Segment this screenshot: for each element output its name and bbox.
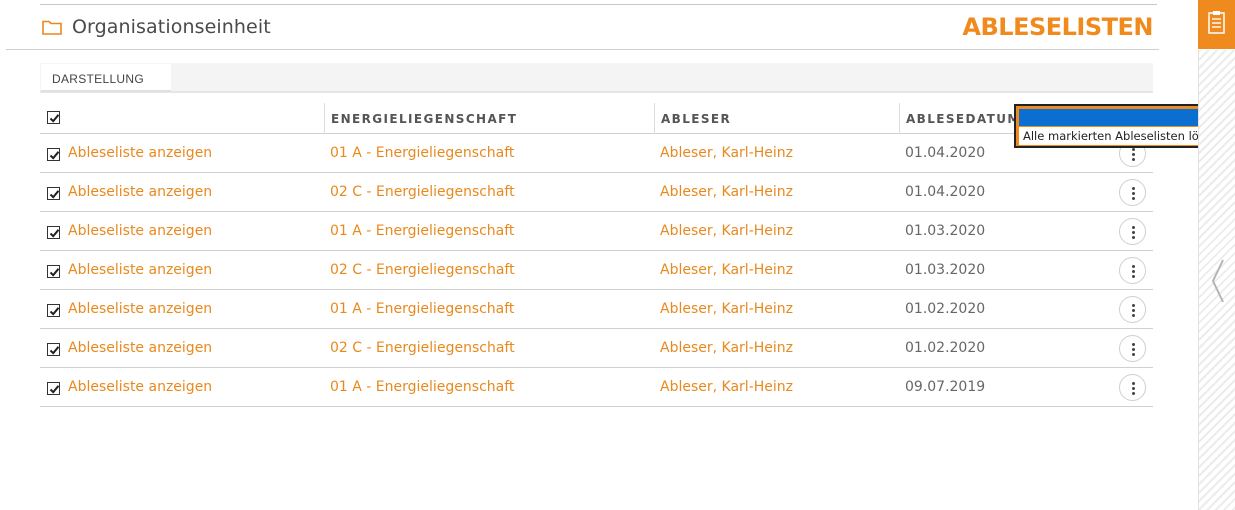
table-row: Ableseliste anzeigen 01 A - Energieliegen… — [40, 134, 1153, 173]
more-vertical-icon — [1132, 226, 1135, 229]
ableser-link[interactable]: Ableser, Karl-Heinz — [660, 223, 793, 239]
ablesedatum-value: 01.04.2020 — [905, 184, 986, 200]
row-more-options-button[interactable] — [1119, 335, 1146, 362]
select-all-checkbox[interactable] — [47, 111, 60, 124]
ableser-link[interactable]: Ableser, Karl-Heinz — [660, 262, 793, 278]
more-vertical-icon — [1132, 304, 1135, 307]
more-vertical-icon — [1132, 348, 1135, 351]
ableser-link[interactable]: Ableser, Karl-Heinz — [660, 184, 793, 200]
row-checkbox[interactable] — [47, 382, 60, 395]
energieliegenschaft-link[interactable]: 01 A - Energieliegenschaft — [330, 301, 514, 317]
table-header: ENERGIELIEGENSCHAFT ABLESER ABLESEDATUM — [40, 103, 1153, 134]
show-list-link[interactable]: Ableseliste anzeigen — [68, 262, 212, 278]
show-list-link[interactable]: Ableseliste anzeigen — [68, 379, 212, 395]
row-checkbox[interactable] — [47, 304, 60, 317]
table-row: Ableseliste anzeigen 01 A - Energieliegen… — [40, 290, 1153, 329]
chevron-left-icon[interactable] — [1210, 258, 1226, 304]
view-tab-bar: DARSTELLUNG — [40, 63, 1153, 93]
row-more-options-button[interactable] — [1119, 179, 1146, 206]
more-vertical-icon — [1132, 187, 1135, 190]
energieliegenschaft-link[interactable]: 01 A - Energieliegenschaft — [330, 145, 514, 161]
row-checkbox[interactable] — [47, 265, 60, 278]
more-vertical-icon — [1132, 236, 1135, 239]
ablesedatum-value: 01.02.2020 — [905, 301, 986, 317]
tab-darstellung-label: DARSTELLUNG — [52, 72, 144, 86]
energieliegenschaft-link[interactable]: 02 C - Energieliegenschaft — [330, 340, 515, 356]
more-vertical-icon — [1132, 343, 1135, 346]
column-header-ableser[interactable]: ABLESER — [654, 103, 899, 134]
row-checkbox[interactable] — [47, 226, 60, 239]
more-vertical-icon — [1132, 387, 1135, 390]
more-vertical-icon — [1132, 153, 1135, 156]
row-checkbox[interactable] — [47, 148, 60, 161]
ablesedatum-value: 01.02.2020 — [905, 340, 986, 356]
more-vertical-icon — [1132, 309, 1135, 312]
more-vertical-icon — [1132, 197, 1135, 200]
ablesedatum-value: 01.04.2020 — [905, 145, 986, 161]
table-row: Ableseliste anzeigen 02 C - Energieliegen… — [40, 251, 1153, 290]
show-list-link[interactable]: Ableseliste anzeigen — [68, 223, 212, 239]
page-header: Organisationseinheit ABLESELISTEN — [6, 5, 1159, 50]
row-checkbox[interactable] — [47, 187, 60, 200]
ableser-link[interactable]: Ableser, Karl-Heinz — [660, 340, 793, 356]
clipboard-list-icon — [1208, 11, 1225, 34]
show-list-link[interactable]: Ableseliste anzeigen — [68, 184, 212, 200]
show-list-link[interactable]: Ableseliste anzeigen — [68, 145, 212, 161]
energieliegenschaft-link[interactable]: 02 C - Energieliegenschaft — [330, 262, 515, 278]
table-row: Ableseliste anzeigen 02 C - Energieliegen… — [40, 329, 1153, 368]
row-more-options-button[interactable] — [1119, 218, 1146, 245]
row-more-options-button[interactable] — [1119, 374, 1146, 401]
show-list-link[interactable]: Ableseliste anzeigen — [68, 340, 212, 356]
more-vertical-icon — [1132, 314, 1135, 317]
energieliegenschaft-link[interactable]: 02 C - Energieliegenschaft — [330, 184, 515, 200]
more-vertical-icon — [1132, 158, 1135, 161]
more-vertical-icon — [1132, 231, 1135, 234]
show-list-link[interactable]: Ableseliste anzeigen — [68, 301, 212, 317]
energieliegenschaft-link[interactable]: 01 A - Energieliegenschaft — [330, 223, 514, 239]
tab-darstellung[interactable]: DARSTELLUNG — [41, 64, 171, 92]
ablesedatum-value: 01.03.2020 — [905, 223, 986, 239]
page-title: ABLESELISTEN — [962, 13, 1153, 41]
more-vertical-icon — [1132, 392, 1135, 395]
side-panel-button[interactable] — [1198, 0, 1235, 49]
row-more-options-button[interactable] — [1119, 296, 1146, 323]
ableser-link[interactable]: Ableser, Karl-Heinz — [660, 145, 793, 161]
more-vertical-icon — [1132, 382, 1135, 385]
ablesedatum-value: 01.03.2020 — [905, 262, 986, 278]
row-checkbox[interactable] — [47, 343, 60, 356]
table-row: Ableseliste anzeigen 02 C - Energieliegen… — [40, 173, 1153, 212]
more-vertical-icon — [1132, 148, 1135, 151]
ableser-link[interactable]: Ableser, Karl-Heinz — [660, 301, 793, 317]
ablesedatum-value: 09.07.2019 — [905, 379, 986, 395]
row-more-options-button[interactable] — [1119, 257, 1146, 284]
table-row: Ableseliste anzeigen 01 A - Energieliegen… — [40, 368, 1153, 407]
more-vertical-icon — [1132, 353, 1135, 356]
table-row: Ableseliste anzeigen 01 A - Energieliegen… — [40, 212, 1153, 251]
more-vertical-icon — [1132, 275, 1135, 278]
column-header-energieliegenschaft[interactable]: ENERGIELIEGENSCHAFT — [324, 103, 654, 134]
more-vertical-icon — [1132, 192, 1135, 195]
more-vertical-icon — [1132, 270, 1135, 273]
ableser-link[interactable]: Ableser, Karl-Heinz — [660, 379, 793, 395]
folder-icon[interactable] — [42, 19, 62, 35]
org-unit-title: Organisationseinheit — [72, 16, 271, 38]
more-vertical-icon — [1132, 265, 1135, 268]
energieliegenschaft-link[interactable]: 01 A - Energieliegenschaft — [330, 379, 514, 395]
